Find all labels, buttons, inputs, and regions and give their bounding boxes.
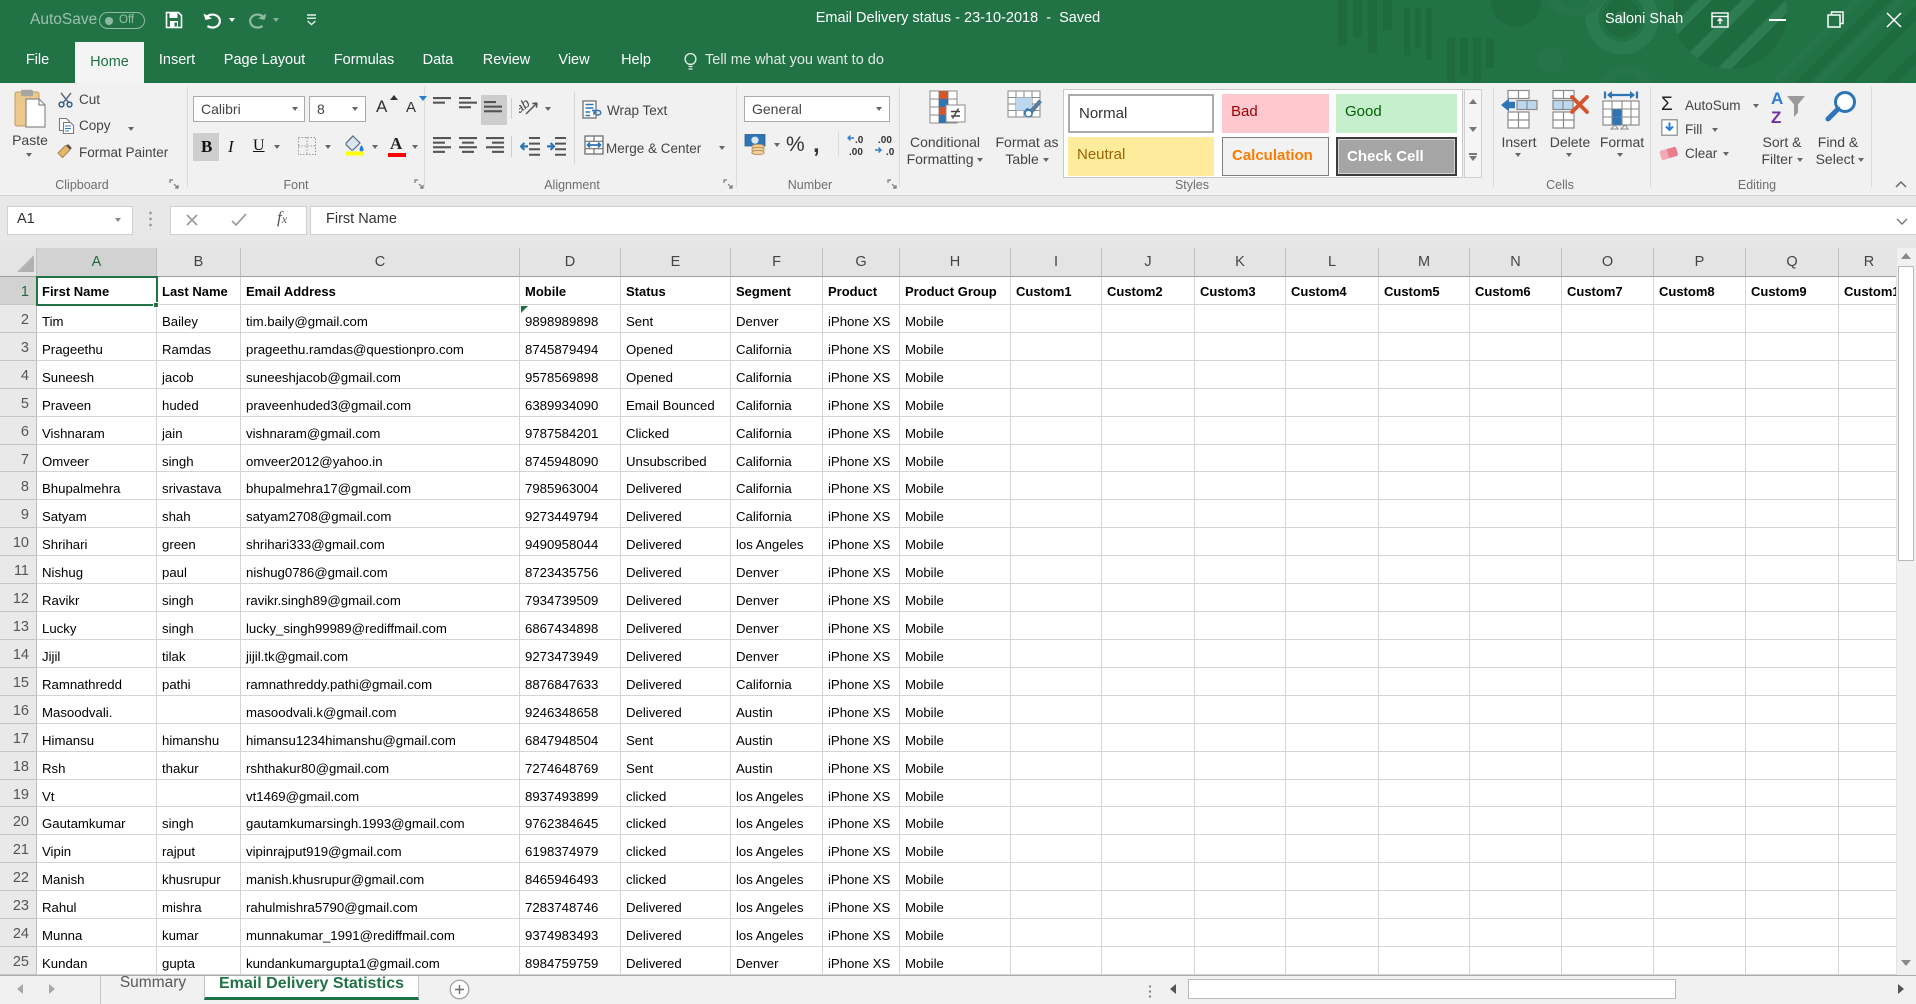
svg-text:A: A [1771,89,1783,108]
svg-text:ab: ab [519,95,533,116]
svg-text:Z: Z [1771,108,1781,127]
svg-text:.0: .0 [855,135,864,146]
svg-text:.00: .00 [849,147,863,157]
svg-text:.00: .00 [878,135,892,146]
svg-text:.0: .0 [886,147,895,157]
